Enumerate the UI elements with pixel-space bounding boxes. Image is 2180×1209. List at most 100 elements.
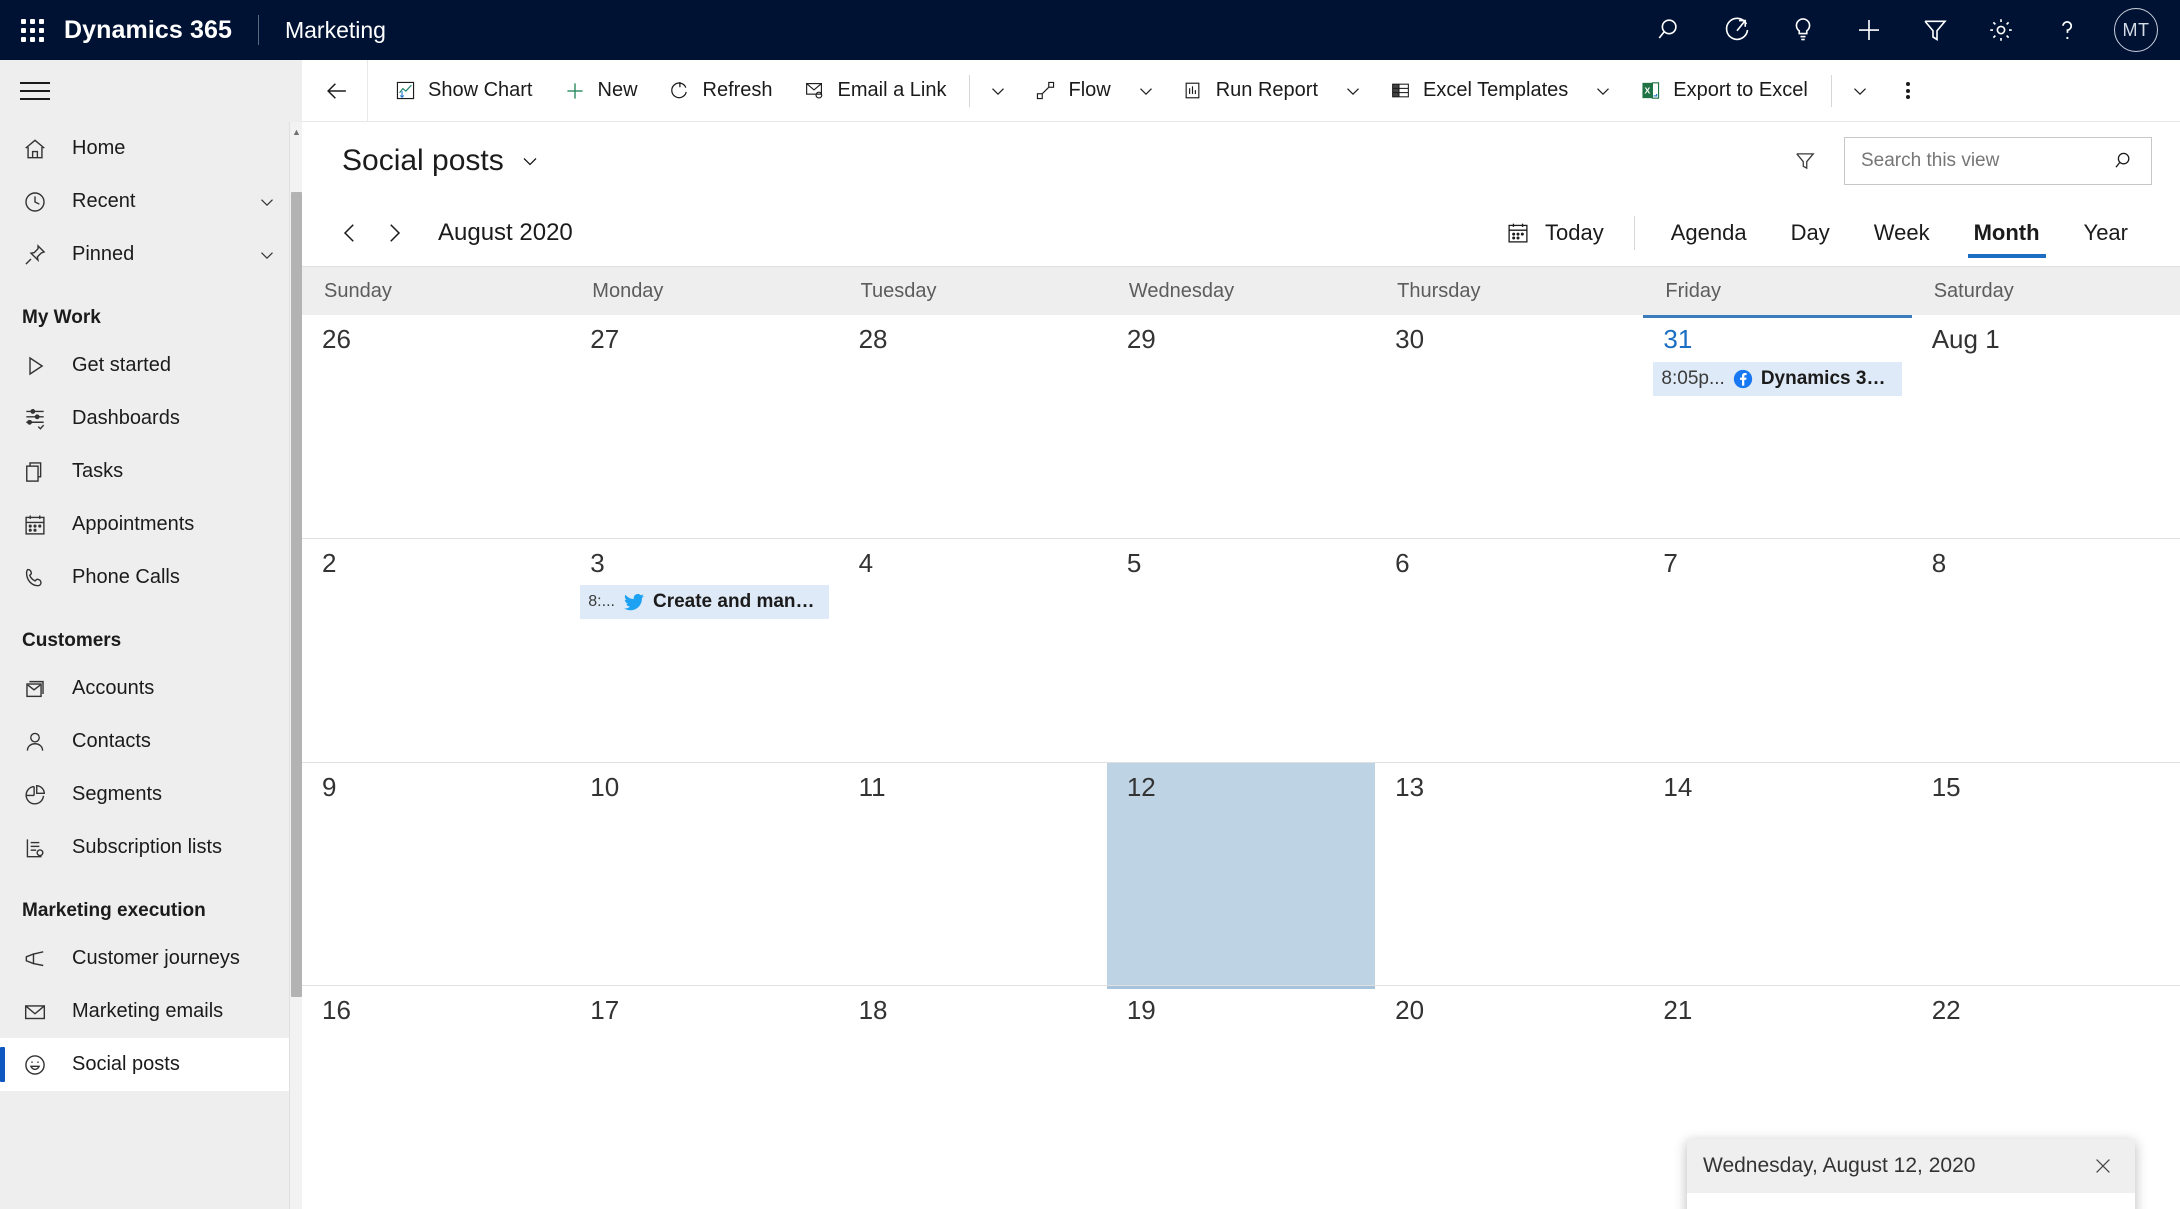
day-cell[interactable]: 16 bbox=[302, 986, 570, 1209]
day-cell[interactable]: 29 bbox=[1107, 315, 1375, 538]
view-filter-button[interactable] bbox=[1786, 142, 1824, 180]
day-cell[interactable]: 15 bbox=[1912, 763, 2180, 986]
run-report-caret[interactable] bbox=[1333, 69, 1373, 113]
event-time: 8:05p... bbox=[1661, 367, 1725, 389]
chevron-down-icon bbox=[992, 87, 1005, 95]
email-a-link-caret[interactable] bbox=[978, 69, 1018, 113]
calendar-event[interactable]: 8:05p... Dynamics 365 ... bbox=[1653, 361, 1902, 396]
sitemap-toggle-button[interactable] bbox=[0, 60, 302, 122]
day-cell[interactable]: 4 bbox=[839, 539, 1107, 762]
chevron-down-icon[interactable] bbox=[256, 191, 278, 213]
sidebar-item-segments[interactable]: Segments bbox=[0, 768, 302, 821]
export-to-excel-button[interactable]: X Export to Excel bbox=[1623, 69, 1823, 113]
day-cell[interactable]: 10 bbox=[570, 763, 838, 986]
day-number: 6 bbox=[1395, 547, 1410, 578]
sidebar-scrollbar[interactable]: ▲ bbox=[289, 122, 302, 1209]
day-cell[interactable]: 19 bbox=[1107, 986, 1375, 1209]
calendar-tab-year[interactable]: Year bbox=[2062, 208, 2150, 258]
sidebar-scrollbar-thumb[interactable] bbox=[291, 192, 302, 997]
help-button[interactable] bbox=[2034, 0, 2100, 60]
previous-period-button[interactable] bbox=[328, 211, 372, 255]
calendar-tab-day[interactable]: Day bbox=[1769, 208, 1852, 258]
flow-button[interactable]: Flow bbox=[1018, 69, 1125, 113]
command-label: Excel Templates bbox=[1423, 79, 1569, 101]
sidebar-item-tasks[interactable]: Tasks bbox=[0, 445, 302, 498]
calendar-event[interactable]: 8:... Create and manag... bbox=[580, 585, 829, 620]
sidebar-item-recent[interactable]: Recent bbox=[0, 175, 302, 228]
email-a-link-button[interactable]: Email a Link bbox=[788, 69, 962, 113]
flow-caret[interactable] bbox=[1126, 69, 1166, 113]
insights-button[interactable] bbox=[1770, 0, 1836, 60]
chevron-down-icon[interactable] bbox=[256, 244, 278, 266]
search-icon bbox=[1658, 19, 1677, 39]
day-cell[interactable]: 2 bbox=[302, 539, 570, 762]
day-cell[interactable]: Aug 1 bbox=[1912, 315, 2180, 538]
day-cell[interactable]: 7 bbox=[1643, 539, 1911, 762]
sidebar-item-customer-journeys[interactable]: Customer journeys bbox=[0, 932, 302, 985]
sidebar-item-appointments[interactable]: Appointments bbox=[0, 498, 302, 551]
day-cell[interactable]: 9 bbox=[302, 763, 570, 986]
day-cell[interactable]: 17 bbox=[570, 986, 838, 1209]
calendar-tab-agenda[interactable]: Agenda bbox=[1649, 208, 1769, 258]
sidebar-item-subscription-lists[interactable]: Subscription lists bbox=[0, 821, 302, 874]
close-popup-button[interactable] bbox=[2083, 1146, 2123, 1186]
search-icon[interactable] bbox=[2113, 149, 2137, 173]
excel-templates-button[interactable]: Excel Templates bbox=[1373, 69, 1583, 113]
today-button[interactable]: Today bbox=[1489, 211, 1620, 255]
app-launcher-button[interactable] bbox=[0, 0, 64, 60]
sidebar-item-label: Dashboards bbox=[72, 407, 180, 429]
calendar-tab-week[interactable]: Week bbox=[1852, 208, 1952, 258]
app-name[interactable]: Marketing bbox=[259, 17, 386, 44]
day-cell[interactable]: 6 bbox=[1375, 539, 1643, 762]
sidebar-item-get-started[interactable]: Get started bbox=[0, 339, 302, 392]
assistant-icon bbox=[1725, 17, 1749, 41]
day-cell[interactable]: 13 bbox=[1375, 763, 1643, 986]
back-button[interactable] bbox=[306, 59, 368, 122]
show-chart-button[interactable]: Show Chart bbox=[378, 69, 548, 113]
run-report-button[interactable]: Run Report bbox=[1166, 69, 1333, 113]
sidebar-item-home[interactable]: Home bbox=[0, 122, 302, 175]
day-cell[interactable]: 11 bbox=[839, 763, 1107, 986]
excel-templates-caret[interactable] bbox=[1583, 69, 1623, 113]
command-label: Run Report bbox=[1215, 79, 1318, 101]
day-cell[interactable]: 28 bbox=[839, 315, 1107, 538]
day-cell[interactable]: 30 bbox=[1375, 315, 1643, 538]
sidebar-item-marketing-emails[interactable]: Marketing emails bbox=[0, 985, 302, 1038]
sidebar-item-dashboards[interactable]: Dashboards bbox=[0, 392, 302, 445]
day-cell[interactable]: 8 bbox=[1912, 539, 2180, 762]
settings-button[interactable] bbox=[1968, 0, 2034, 60]
day-number: 11 bbox=[858, 771, 886, 802]
search-view-box[interactable] bbox=[1844, 137, 2152, 185]
day-cell-today[interactable]: 31 8:05p... Dynamics 365 ... bbox=[1643, 315, 1911, 538]
day-cell-selected[interactable]: 12 bbox=[1106, 762, 1376, 986]
quick-create-button[interactable] bbox=[1836, 0, 1902, 60]
day-cell[interactable]: 3 8:... Create and manag... bbox=[570, 539, 838, 762]
day-cell[interactable]: 27 bbox=[570, 315, 838, 538]
refresh-button[interactable]: Refresh bbox=[653, 69, 788, 113]
plus-icon bbox=[563, 79, 587, 103]
assistant-button[interactable] bbox=[1704, 0, 1770, 60]
day-cell[interactable]: 5 bbox=[1107, 539, 1375, 762]
new-button[interactable]: New bbox=[548, 69, 653, 113]
calendar-tab-month[interactable]: Month bbox=[1952, 208, 2062, 258]
day-cell[interactable]: 20 bbox=[1375, 986, 1643, 1209]
sidebar-item-accounts[interactable]: Accounts bbox=[0, 662, 302, 715]
day-cell[interactable]: 18 bbox=[839, 986, 1107, 1209]
day-number: Aug 1 bbox=[1931, 324, 2000, 354]
user-avatar[interactable]: MT bbox=[2114, 8, 2158, 52]
sidebar-item-contacts[interactable]: Contacts bbox=[0, 715, 302, 768]
filter-button[interactable] bbox=[1902, 0, 1968, 60]
search-input[interactable] bbox=[1861, 150, 2113, 172]
overflow-menu-button[interactable] bbox=[1886, 69, 1930, 113]
next-period-button[interactable] bbox=[372, 211, 416, 255]
sidebar-item-phone-calls[interactable]: Phone Calls bbox=[0, 551, 302, 604]
sidebar-item-social-posts[interactable]: Social posts bbox=[0, 1038, 302, 1091]
sidebar-item-pinned[interactable]: Pinned bbox=[0, 228, 302, 281]
view-selector[interactable]: Social posts bbox=[342, 144, 542, 178]
search-button[interactable] bbox=[1638, 0, 1704, 60]
day-cell[interactable]: 14 bbox=[1643, 763, 1911, 986]
scroll-up-arrow-icon[interactable]: ▲ bbox=[290, 128, 303, 137]
export-caret[interactable] bbox=[1840, 69, 1880, 113]
brand-title[interactable]: Dynamics 365 bbox=[64, 16, 258, 45]
day-cell[interactable]: 26 bbox=[302, 315, 570, 538]
